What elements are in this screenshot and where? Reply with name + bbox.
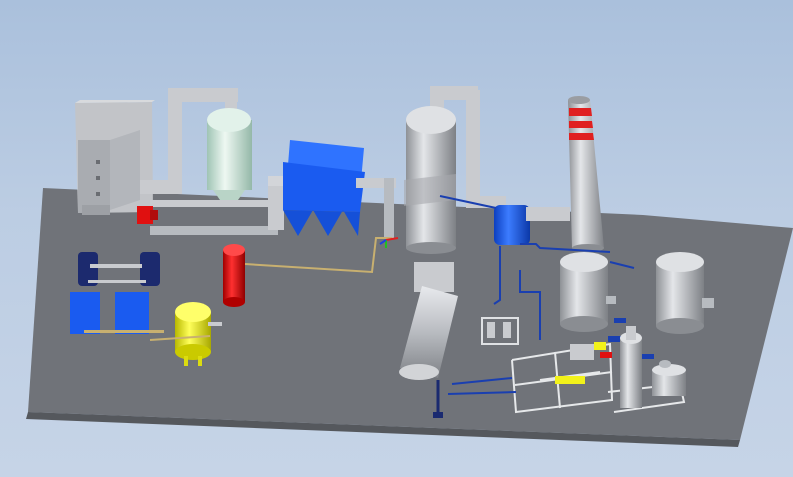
- storage-tank-1: [560, 252, 616, 332]
- chimney-stack: [568, 96, 604, 252]
- scrubber-tower: [207, 108, 252, 206]
- 3d-plant-viewport[interactable]: [0, 0, 793, 477]
- plant-model-scene[interactable]: [0, 0, 793, 477]
- red-vessel: [223, 244, 245, 307]
- boiler-house: [75, 100, 155, 215]
